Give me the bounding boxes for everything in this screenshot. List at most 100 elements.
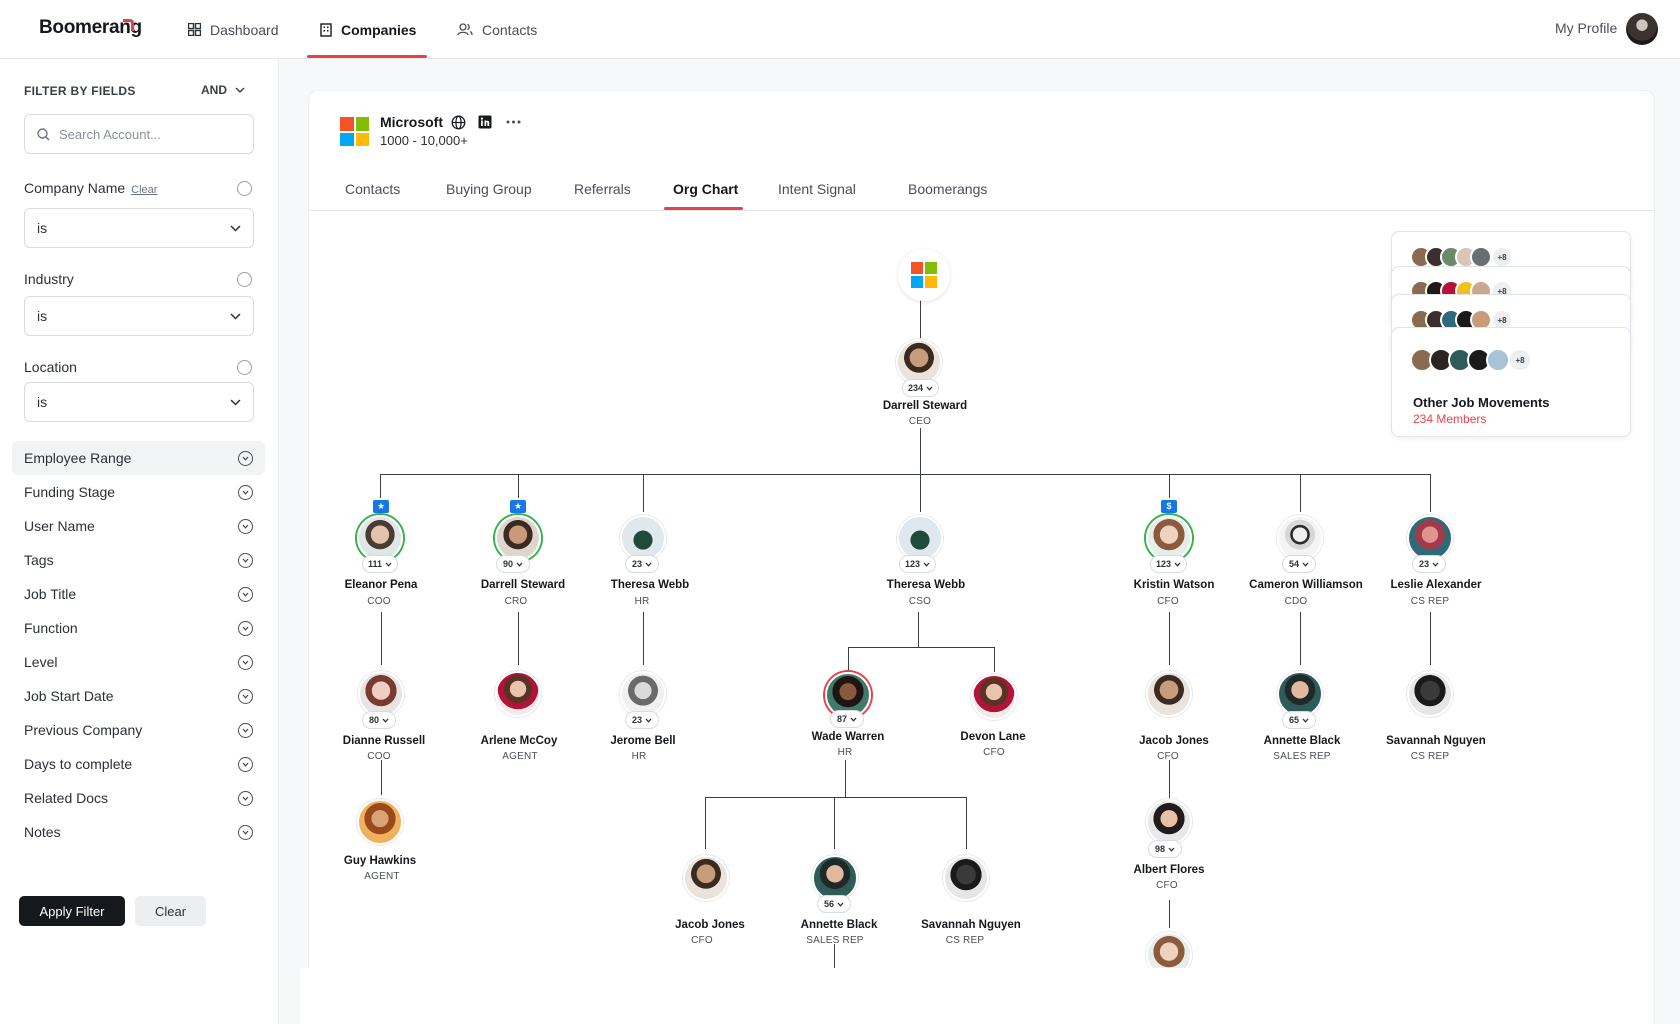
reports-count-toggle[interactable]: 87 bbox=[830, 710, 864, 728]
nav-contacts[interactable]: Contacts bbox=[457, 0, 537, 59]
collapse-industry-icon[interactable] bbox=[237, 272, 252, 287]
tab-contacts[interactable]: Contacts bbox=[345, 181, 400, 197]
expand-icon bbox=[238, 824, 253, 840]
avatar-devon-lane[interactable] bbox=[971, 674, 1017, 720]
member-avatar bbox=[1486, 348, 1510, 372]
avatar-savannah-nguyen[interactable] bbox=[1407, 671, 1453, 717]
search-account-input[interactable] bbox=[59, 126, 239, 142]
linkedin-icon[interactable] bbox=[478, 115, 492, 129]
filter-related-docs[interactable]: Related Docs bbox=[12, 781, 265, 815]
person-role: CS REP bbox=[945, 935, 985, 946]
chevron-down-icon bbox=[230, 398, 241, 406]
tab-referrals[interactable]: Referrals bbox=[574, 181, 631, 197]
filter-label: Level bbox=[24, 654, 58, 670]
my-profile-link[interactable]: My Profile bbox=[1555, 20, 1617, 36]
filter-label: Related Docs bbox=[24, 790, 109, 806]
reports-count-toggle[interactable]: 23 bbox=[1412, 555, 1446, 573]
job-movement-card-front[interactable]: +8 Other Job Movements 234 Members bbox=[1391, 327, 1631, 437]
clear-company-name-link[interactable]: Clear bbox=[131, 184, 157, 196]
nav-dashboard[interactable]: Dashboard bbox=[188, 0, 279, 59]
filter-employee-range[interactable]: Employee Range bbox=[12, 441, 265, 475]
connector-line bbox=[918, 612, 919, 647]
logic-select[interactable]: AND bbox=[201, 83, 245, 97]
filter-label: Funding Stage bbox=[24, 484, 116, 500]
reports-count-toggle[interactable]: 98 bbox=[1148, 840, 1182, 858]
company-name-label: Company Name Clear bbox=[24, 180, 157, 196]
filter-funding-stage[interactable]: Funding Stage bbox=[12, 475, 265, 509]
reports-count-toggle[interactable]: 234 bbox=[902, 379, 940, 397]
reports-count: 111 bbox=[368, 559, 383, 569]
chevron-down-icon bbox=[382, 718, 389, 723]
profile-avatar[interactable] bbox=[1626, 13, 1658, 45]
tab-org-chart[interactable]: Org Chart bbox=[673, 181, 738, 197]
reports-count-toggle[interactable]: 23 bbox=[625, 711, 659, 729]
expand-icon bbox=[238, 450, 253, 466]
reports-count: 90 bbox=[502, 559, 513, 569]
reports-count-toggle[interactable]: 23 bbox=[625, 555, 659, 573]
chevron-down-icon bbox=[235, 87, 245, 93]
nav-companies[interactable]: Companies bbox=[320, 0, 416, 59]
connector-line bbox=[643, 612, 644, 665]
person-role: CFO bbox=[1156, 880, 1178, 891]
chevron-down-icon bbox=[230, 312, 241, 320]
reports-count-toggle[interactable]: 56 bbox=[817, 895, 851, 913]
filter-previous-company[interactable]: Previous Company bbox=[12, 713, 265, 747]
connector-line bbox=[381, 612, 382, 665]
clear-filter-button[interactable]: Clear bbox=[135, 896, 206, 926]
tab-buying-group[interactable]: Buying Group bbox=[446, 181, 532, 197]
reports-count-toggle[interactable]: 123 bbox=[1150, 555, 1188, 573]
filter-label: Job Title bbox=[24, 586, 77, 602]
reports-count: 87 bbox=[836, 714, 847, 724]
org-root-company-node[interactable] bbox=[898, 249, 950, 301]
nav-dashboard-label: Dashboard bbox=[210, 21, 279, 38]
chevron-down-icon bbox=[516, 562, 523, 567]
avatar-arlene-mccoy[interactable] bbox=[495, 671, 541, 717]
avatar-jacob-jones[interactable] bbox=[1146, 671, 1192, 717]
filter-function[interactable]: Function bbox=[12, 611, 265, 645]
filter-level[interactable]: Level bbox=[12, 645, 265, 679]
location-operator-select[interactable]: is bbox=[24, 382, 254, 422]
filter-user-name[interactable]: User Name bbox=[12, 509, 265, 543]
person-name: Jerome Bell bbox=[610, 735, 676, 747]
avatar-guy-hawkins[interactable] bbox=[357, 799, 403, 845]
reports-count-toggle[interactable]: 65 bbox=[1282, 711, 1316, 729]
reports-count: 65 bbox=[1288, 715, 1299, 725]
industry-operator-select[interactable]: is bbox=[24, 296, 254, 336]
reports-count-toggle[interactable]: 123 bbox=[899, 555, 937, 573]
boomerang-logo-icon bbox=[123, 19, 134, 31]
avatar-albert-flores[interactable] bbox=[1146, 799, 1192, 845]
collapse-company-name-icon[interactable] bbox=[237, 181, 252, 196]
reports-count-toggle[interactable]: 80 bbox=[362, 711, 396, 729]
chevron-down-icon bbox=[926, 386, 933, 391]
chevron-down-icon bbox=[850, 717, 857, 722]
connector-line bbox=[966, 797, 967, 849]
connector-line bbox=[920, 474, 921, 512]
reports-count-toggle[interactable]: 54 bbox=[1282, 555, 1316, 573]
connector-line bbox=[643, 474, 644, 512]
reports-count-toggle[interactable]: 111 bbox=[362, 555, 399, 573]
filter-days-to-complete[interactable]: Days to complete bbox=[12, 747, 265, 781]
filter-job-start-date[interactable]: Job Start Date bbox=[12, 679, 265, 713]
globe-icon[interactable] bbox=[451, 115, 466, 130]
job-movements-members[interactable]: 234 Members bbox=[1413, 412, 1486, 426]
filter-job-title[interactable]: Job Title bbox=[12, 577, 265, 611]
connector-line bbox=[380, 474, 381, 498]
more-options-icon[interactable] bbox=[506, 115, 521, 129]
person-role: HR bbox=[837, 747, 853, 758]
collapse-location-icon[interactable] bbox=[237, 360, 252, 375]
tab-boomerangs[interactable]: Boomerangs bbox=[908, 181, 987, 197]
search-account-box[interactable] bbox=[24, 114, 254, 154]
filter-notes[interactable]: Notes bbox=[12, 815, 265, 849]
filter-label: Days to complete bbox=[24, 756, 133, 772]
nav-contacts-label: Contacts bbox=[482, 21, 538, 38]
company-name-operator-select[interactable]: is bbox=[24, 208, 254, 248]
chevron-down-icon bbox=[1302, 718, 1309, 723]
tab-intent-signal[interactable]: Intent Signal bbox=[778, 181, 856, 197]
filter-tags[interactable]: Tags bbox=[12, 543, 265, 577]
apply-filter-button[interactable]: Apply Filter bbox=[19, 896, 125, 926]
avatar-jacob-jones-l3[interactable] bbox=[683, 855, 729, 901]
expand-icon bbox=[238, 688, 253, 704]
connector-line bbox=[920, 300, 921, 340]
reports-count-toggle[interactable]: 90 bbox=[496, 555, 530, 573]
avatar-savannah-nguyen-l3[interactable] bbox=[943, 855, 989, 901]
